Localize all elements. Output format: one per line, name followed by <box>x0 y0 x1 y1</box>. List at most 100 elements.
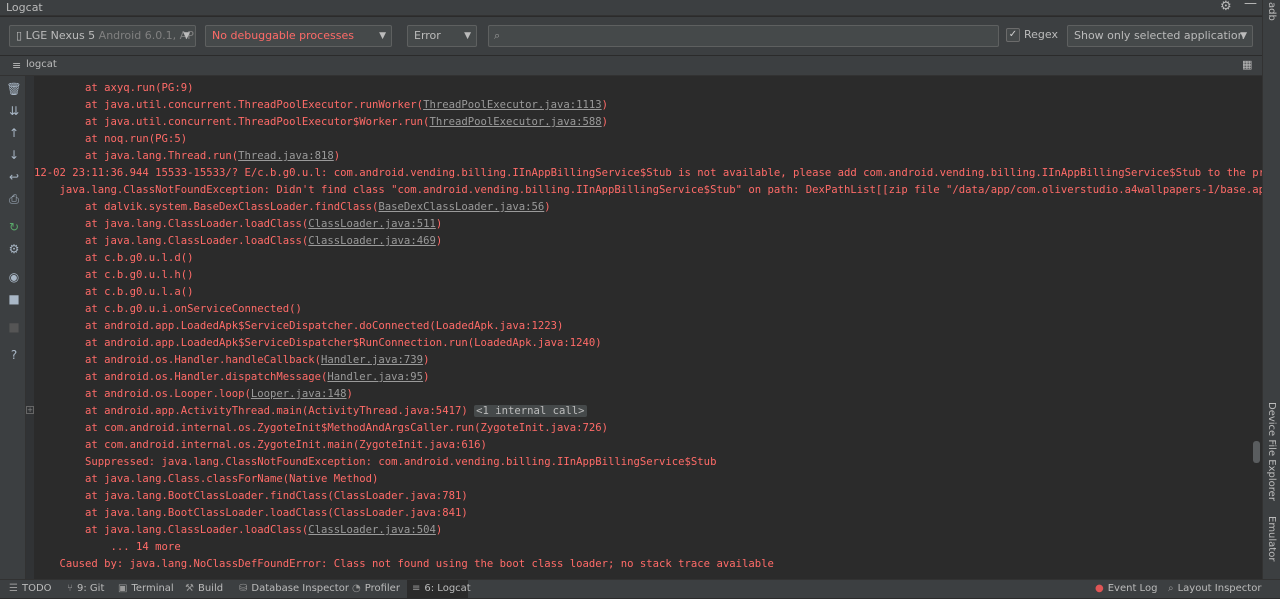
log-line: Suppressed: java.lang.ClassNotFoundExcep… <box>34 454 716 471</box>
event-log-button[interactable]: ● Event Log <box>1095 583 1157 594</box>
internal-call-fold[interactable]: <1 internal call> <box>474 405 587 417</box>
error-badge-icon: ● <box>1095 583 1104 594</box>
log-text: 12-02 23:11:36.944 15533-15533/? E/c.b.g… <box>34 167 1262 179</box>
minimize-icon[interactable]: — <box>1244 0 1257 11</box>
log-text: at java.util.concurrent.ThreadPoolExecut… <box>34 116 430 128</box>
phone-icon: ▯ <box>16 29 23 42</box>
device-selector[interactable]: ▯ LGE Nexus 5 Android 6.0.1, API 2 ▼ <box>9 25 196 47</box>
tool-database-inspector[interactable]: ⛁ Database Inspector <box>239 583 349 594</box>
log-line: at android.os.Handler.handleCallback(Han… <box>34 352 429 369</box>
log-line: at c.b.g0.u.l.a() <box>34 284 193 301</box>
logcat-toolbar: ▯ LGE Nexus 5 Android 6.0.1, API 2 ▼ No … <box>0 17 1262 55</box>
device-name: LGE Nexus 5 <box>25 29 96 42</box>
tool-terminal[interactable]: ▣ Terminal <box>118 583 174 594</box>
log-line: at axyq.run(PG:9) <box>34 80 193 97</box>
log-text: at axyq.run(PG:9) <box>34 82 194 94</box>
log-output[interactable]: at axyq.run(PG:9) at java.util.concurren… <box>34 76 1262 579</box>
log-text: ) <box>333 150 341 162</box>
emulator-tab[interactable]: Emulator <box>1266 516 1277 561</box>
chevron-down-icon: ▼ <box>379 31 386 41</box>
log-text: ) <box>435 235 443 247</box>
arrow-up-icon[interactable]: ↑ <box>6 125 22 141</box>
build-icon: ⚒ <box>185 583 194 594</box>
source-link[interactable]: ThreadPoolExecutor.java:1113 <box>423 99 602 111</box>
log-text: at c.b.g0.u.l.h() <box>34 269 194 281</box>
log-line: ... 14 more <box>34 539 181 556</box>
search-input[interactable]: ⌕ <box>488 25 999 47</box>
soft-wrap-icon[interactable]: ↩ <box>6 169 22 185</box>
layout-inspector-button[interactable]: ⌕ Layout Inspector <box>1168 583 1261 594</box>
log-line: 12-02 23:11:36.944 15533-15533/? E/c.b.g… <box>34 165 1262 182</box>
log-line: at java.lang.BootClassLoader.findClass(C… <box>34 488 468 505</box>
log-text: at c.b.g0.u.l.a() <box>34 286 194 298</box>
log-text: at android.os.Handler.dispatchMessage( <box>34 371 328 383</box>
source-link[interactable]: ThreadPoolExecutor.java:588 <box>429 116 601 128</box>
stop-icon[interactable]: ■ <box>6 319 22 335</box>
source-link[interactable]: ClassLoader.java:511 <box>308 218 436 230</box>
log-line: at android.os.Handler.dispatchMessage(Ha… <box>34 369 429 386</box>
log-text: at java.lang.ClassLoader.loadClass( <box>34 524 309 536</box>
screen-record-icon[interactable]: ■ <box>6 291 22 307</box>
log-text: at java.lang.BootClassLoader.findClass(C… <box>34 490 468 502</box>
tool-build[interactable]: ⚒ Build <box>185 583 223 594</box>
screenshot-icon[interactable]: ◉ <box>6 269 22 285</box>
log-line: at android.os.Looper.loop(Looper.java:14… <box>34 386 353 403</box>
print-icon[interactable]: ⎙ <box>6 191 22 207</box>
source-link[interactable]: BaseDexClassLoader.java:56 <box>378 201 544 213</box>
log-line: at java.util.concurrent.ThreadPoolExecut… <box>34 114 608 131</box>
log-text: at android.app.ActivityThread.main(Activ… <box>34 405 475 417</box>
scroll-to-end-icon[interactable]: ⇊ <box>6 103 22 119</box>
source-link[interactable]: ClassLoader.java:469 <box>308 235 436 247</box>
log-line: at android.app.LoadedApk$ServiceDispatch… <box>34 335 602 352</box>
log-line: at java.lang.ClassLoader.loadClass(Class… <box>34 216 442 233</box>
regex-checkbox[interactable]: ✓ <box>1006 28 1020 42</box>
log-line: at c.b.g0.u.i.onServiceConnected() <box>34 301 302 318</box>
terminal-icon: ▣ <box>118 583 128 594</box>
database-icon: ⛁ <box>239 583 248 594</box>
gear-icon[interactable]: ⚙ <box>1220 0 1232 14</box>
tab-logcat[interactable]: logcat <box>26 59 57 70</box>
regex-label: Regex <box>1024 28 1058 41</box>
restart-icon[interactable]: ↻ <box>6 219 22 235</box>
tool-profiler[interactable]: ◔ Profiler <box>352 583 400 594</box>
log-text: ... 14 more <box>34 541 181 553</box>
filter-selector[interactable]: Show only selected application ▼ <box>1067 25 1253 47</box>
log-line: at com.android.internal.os.ZygoteInit$Me… <box>34 420 608 437</box>
log-text: ) <box>435 524 443 536</box>
settings-icon[interactable]: ⚙ <box>6 241 22 257</box>
log-level-selector[interactable]: Error ▼ <box>407 25 477 47</box>
log-text: at c.b.g0.u.i.onServiceConnected() <box>34 303 302 315</box>
adb-label: adb <box>1266 2 1277 21</box>
log-text: at java.lang.ClassLoader.loadClass( <box>34 218 309 230</box>
log-text: at java.lang.BootClassLoader.loadClass(C… <box>34 507 468 519</box>
log-text: ) <box>601 99 609 111</box>
source-link[interactable]: ClassLoader.java:504 <box>308 524 436 536</box>
help-icon[interactable]: ? <box>6 347 22 363</box>
fold-toggle-icon[interactable]: + <box>26 406 34 414</box>
source-link[interactable]: Handler.java:95 <box>327 371 423 383</box>
log-text: ) <box>435 218 443 230</box>
device-file-explorer-tab[interactable]: Device File Explorer <box>1266 402 1277 501</box>
log-line: at c.b.g0.u.l.d() <box>34 250 193 267</box>
chevron-down-icon: ▼ <box>1240 31 1247 41</box>
bottom-tool-bar: ☰ TODO ⑂ 9: Git ▣ Terminal ⚒ Build ⛁ Database… <box>0 579 1280 599</box>
log-line: at java.lang.ClassLoader.loadClass(Class… <box>34 233 442 250</box>
source-link[interactable]: Thread.java:818 <box>238 150 334 162</box>
git-icon: ⑂ <box>67 583 73 594</box>
source-link[interactable]: Looper.java:148 <box>251 388 347 400</box>
arrow-down-icon[interactable]: ↓ <box>6 147 22 163</box>
tool-todo[interactable]: ☰ TODO <box>9 583 52 594</box>
source-link[interactable]: Handler.java:739 <box>321 354 423 366</box>
trash-icon[interactable]: 🗑 <box>6 81 22 97</box>
log-line: at c.b.g0.u.l.h() <box>34 267 193 284</box>
log-text: at android.os.Looper.loop( <box>34 388 251 400</box>
log-line: at java.lang.ClassLoader.loadClass(Class… <box>34 522 442 539</box>
tool-logcat[interactable]: ≡ 6: Logcat <box>412 583 471 594</box>
tool-git[interactable]: ⑂ 9: Git <box>67 583 104 594</box>
scrollbar-thumb[interactable] <box>1253 441 1260 463</box>
fold-gutter <box>26 76 34 579</box>
log-text: at com.android.internal.os.ZygoteInit.ma… <box>34 439 487 451</box>
process-selector[interactable]: No debuggable processes ▼ <box>205 25 392 47</box>
logcat-tab-bar: ≡ logcat ▦ <box>0 56 1262 76</box>
layout-icon[interactable]: ▦ <box>1242 58 1252 71</box>
